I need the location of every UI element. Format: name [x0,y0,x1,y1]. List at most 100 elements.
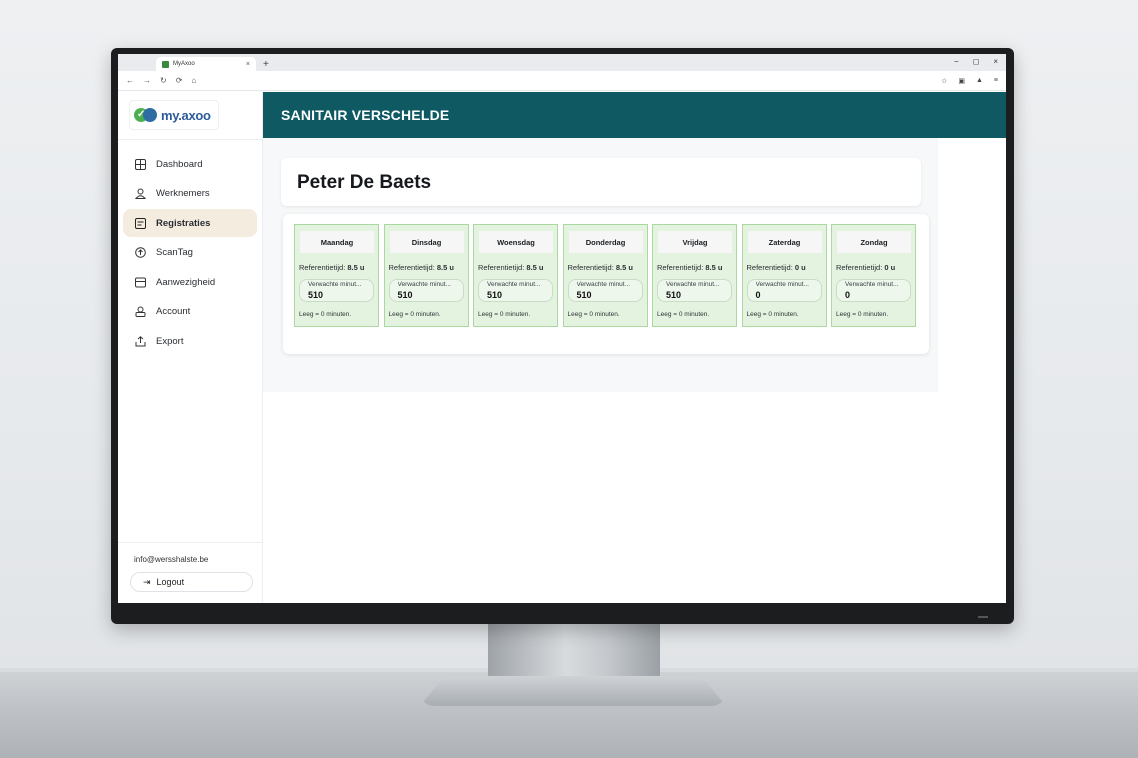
extension-icon[interactable]: ⟳ [176,76,183,85]
save-icon[interactable]: ▣ [958,77,965,85]
expected-minutes-label: Verwachte minut... [755,281,809,288]
day-name: Donderdag [568,231,643,253]
back-icon[interactable]: ← [126,76,134,85]
main-content: Peter De Baets Maandag Referentietijd: 8… [263,138,1006,603]
reference-time-label: Referentietijd: [299,263,346,272]
expected-minutes-field[interactable]: Verwachte minut... 510 [567,279,643,302]
reference-time-label: Referentietijd: [567,263,614,272]
expected-minutes-field[interactable]: Verwachte minut... 510 [478,279,553,302]
expected-minutes-field[interactable]: Verwachte minut... 0 [746,279,822,302]
monitor-stand-base [420,676,726,706]
user-email: info@wersshalste.be [134,555,209,564]
day-name: Zaterdag [747,231,822,253]
maximize-button[interactable]: ◻ [973,57,980,66]
expected-minutes-value[interactable]: 510 [487,290,502,300]
expected-minutes-label: Verwachte minut... [576,281,630,288]
reference-time-value: 8.5 u [705,263,723,272]
day-name: Maandag [300,231,374,253]
reference-time: Referentietijd: 8.5 u [657,263,722,272]
sidebar-divider [118,139,262,140]
expected-minutes-label: Verwachte minut... [487,281,541,288]
day-column: Maandag Referentietijd: 8.5 u Verwachte … [294,224,379,327]
close-window-button[interactable]: × [993,57,998,66]
browser-tab-bar: MyAxoo × + − ◻ × [118,54,1006,71]
empty-hint: Leeg = 0 minuten. [478,311,531,318]
sidebar-item-registraties[interactable]: Registraties [123,209,257,237]
browser-menu-icon[interactable]: ≡ [994,77,998,85]
expected-minutes-value[interactable]: 510 [308,290,323,300]
empty-hint: Leeg = 0 minuten. [567,311,620,318]
logout-icon: ⇥ [143,576,151,587]
tab-close-icon[interactable]: × [246,61,250,68]
sidebar-item-export[interactable]: Export [123,327,257,355]
expected-minutes-value[interactable]: 510 [398,290,413,300]
reference-time: Referentietijd: 8.5 u [568,263,633,272]
sidebar-item-aanwezigheid[interactable]: Aanwezigheid [123,268,257,296]
empty-hint: Leeg = 0 minuten. [299,311,352,318]
sidebar-item-label: Account [156,306,191,317]
expected-minutes-label: Verwachte minut... [308,281,362,288]
reference-time-label: Referentietijd: [478,263,525,272]
expected-minutes-field[interactable]: Verwachte minut... 510 [657,279,732,302]
empty-hint: Leeg = 0 minuten. [388,311,441,318]
browser-address-bar: ← → ↻ ⟳ ⌂ ☆ ▣ ▲ ≡ [118,71,1006,91]
reference-time-value: 0 u [794,263,806,272]
bookmark-star-icon[interactable]: ☆ [941,77,947,85]
company-header: SANITAIR VERSCHELDE [263,92,1006,138]
expected-minutes-value[interactable]: 510 [577,290,592,300]
registrations-icon [134,217,146,229]
sidebar-item-label: Export [156,335,184,347]
attendance-icon [134,276,146,288]
sidebar-item-account[interactable]: Account [123,298,257,326]
home-icon[interactable]: ⌂ [191,76,196,85]
reference-time: Referentietijd: 8.5 u [299,263,364,272]
expected-minutes-value[interactable]: 510 [666,290,681,300]
sidebar-item-dashboard[interactable]: Dashboard [123,150,257,178]
reference-time-value: 0 u [884,263,896,272]
sidebar-bottom-divider [118,542,262,543]
expected-minutes-label: Verwachte minut... [845,281,899,288]
logo-mark-icon: ✓ [134,107,160,123]
forward-icon[interactable]: → [143,76,151,85]
reference-time: Referentietijd: 0 u [836,263,895,272]
day-column: Dinsdag Referentietijd: 8.5 u Verwachte … [383,224,469,327]
week-schedule-card: Maandag Referentietijd: 8.5 u Verwachte … [283,214,929,354]
reference-time-label: Referentietijd: [657,263,704,272]
reference-time: Referentietijd: 8.5 u [478,263,543,272]
day-column: Donderdag Referentietijd: 8.5 u Verwacht… [562,224,648,327]
expected-minutes-field[interactable]: Verwachte minut... 0 [836,279,911,302]
day-name: Zondag [837,231,911,253]
logo-text: my.axoo [161,107,211,123]
logout-button[interactable]: ⇥ Logout [130,572,253,592]
new-tab-button[interactable]: + [263,59,269,70]
expected-minutes-field[interactable]: Verwachte minut... 510 [388,279,464,302]
day-name: Dinsdag [389,231,464,253]
sidebar-item-werknemers[interactable]: Werknemers [123,180,257,208]
sidebar-item-scantag[interactable]: ScanTag [123,239,257,267]
day-column: Vrijdag Referentietijd: 8.5 u Verwachte … [652,224,737,327]
reference-time-label: Referentietijd: [836,263,883,272]
scantag-icon [134,247,146,259]
app: ✓ my.axoo Dashboard Werknemers Registrat… [118,92,1006,603]
empty-hint: Leeg = 0 minuten. [836,311,889,318]
day-name: Woensdag [479,231,553,253]
minimize-button[interactable]: − [954,57,959,66]
day-name: Vrijdag [658,231,732,253]
sidebar-menu: Dashboard Werknemers Registraties ScanTa… [123,150,257,357]
favicon-icon [162,60,169,68]
employee-card: Peter De Baets [281,158,921,206]
logo[interactable]: ✓ my.axoo [130,101,218,129]
expected-minutes-field[interactable]: Verwachte minut... 510 [299,279,374,302]
profile-icon[interactable]: ▲ [976,77,983,85]
expected-minutes-value[interactable]: 0 [756,290,761,300]
monitor-stand-neck [488,624,660,680]
empty-hint: Leeg = 0 minuten. [746,311,799,318]
expected-minutes-value[interactable]: 0 [845,290,850,300]
browser-tab[interactable]: MyAxoo × [156,57,256,71]
reference-time-value: 8.5 u [347,263,365,272]
empty-hint: Leeg = 0 minuten. [657,311,710,318]
reload-icon[interactable]: ↻ [160,76,167,85]
account-icon [134,306,146,318]
employee-name: Peter De Baets [297,172,432,193]
reference-time-label: Referentietijd: [388,263,435,272]
